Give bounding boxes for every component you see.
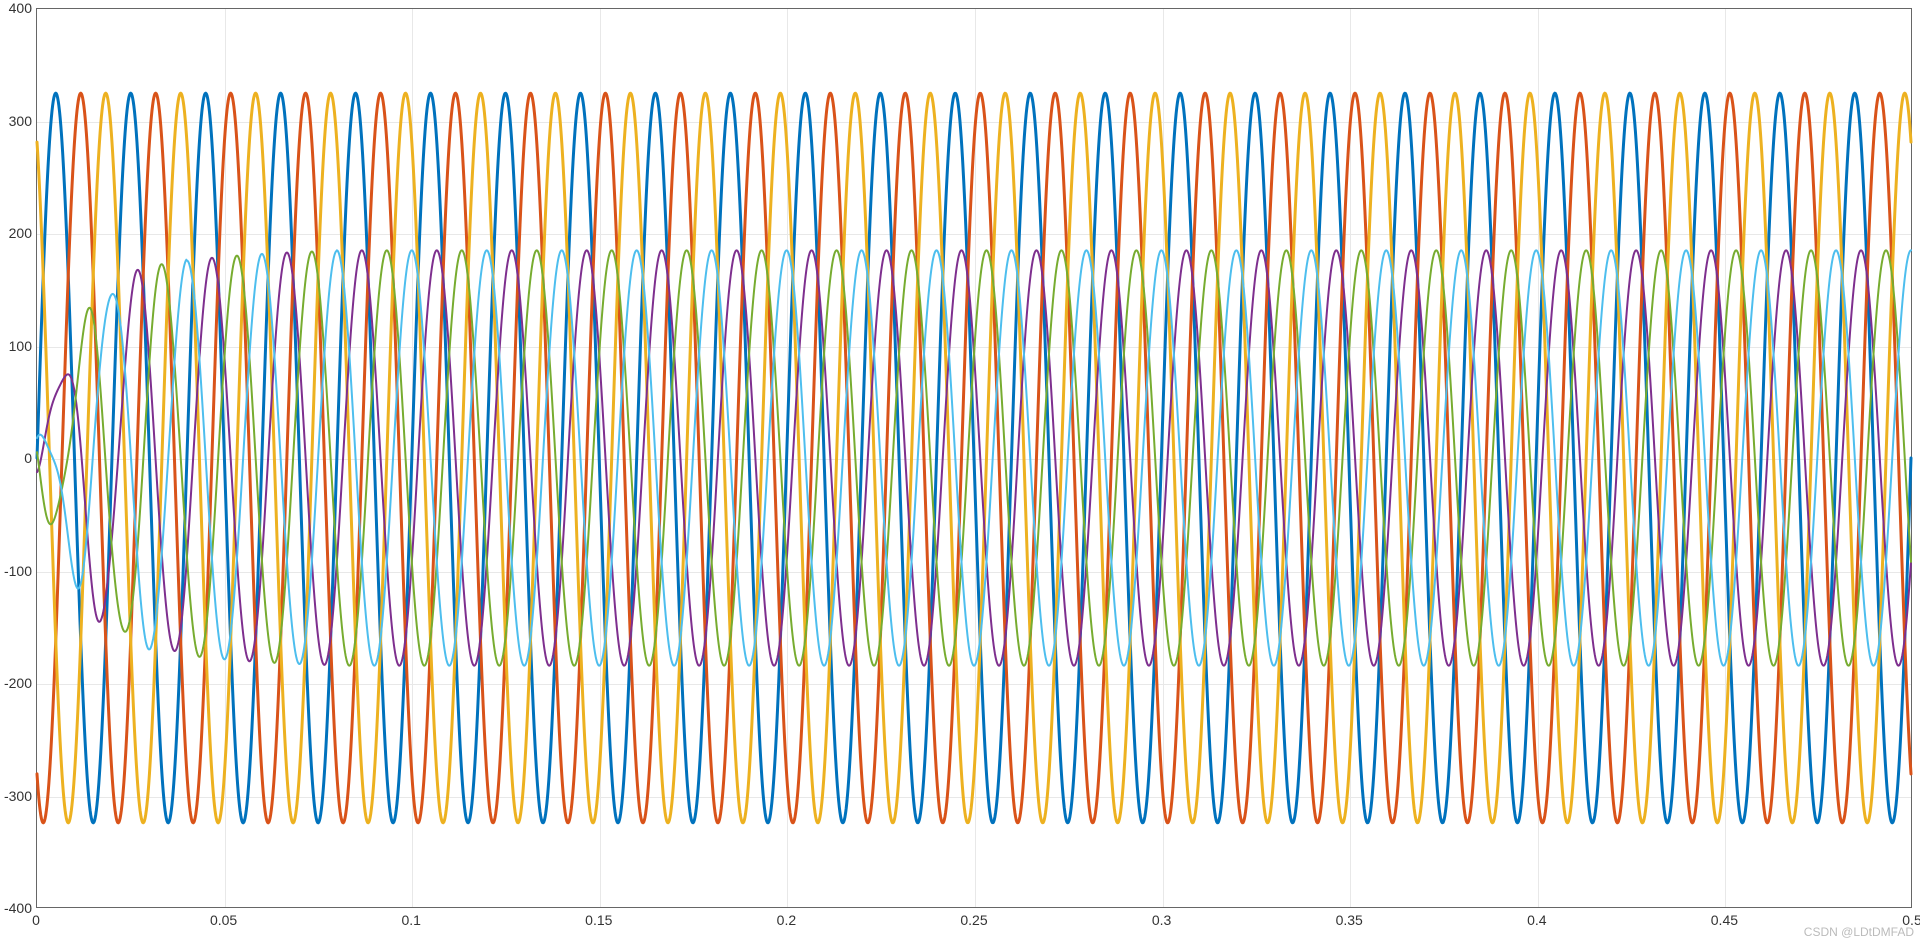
x-tick-label: 0.25 bbox=[960, 912, 987, 928]
x-tick-label: 0.05 bbox=[210, 912, 237, 928]
x-tick-label: 0.45 bbox=[1711, 912, 1738, 928]
y-tick-label: 300 bbox=[9, 113, 32, 129]
y-tick-label: 0 bbox=[24, 450, 32, 466]
y-tick-label: -100 bbox=[4, 563, 32, 579]
y-tick-label: 400 bbox=[9, 0, 32, 16]
y-tick-label: -200 bbox=[4, 675, 32, 691]
x-tick-label: 0.3 bbox=[1152, 912, 1171, 928]
y-tick-label: -400 bbox=[4, 900, 32, 916]
plot-area[interactable] bbox=[36, 8, 1912, 908]
chart-container: -400 -300 -200 -100 0 100 200 300 400 0 … bbox=[0, 0, 1920, 941]
x-tick-label: 0.4 bbox=[1527, 912, 1546, 928]
watermark-text: CSDN @LDtDMFAD bbox=[1804, 925, 1914, 939]
x-tick-label: 0.2 bbox=[777, 912, 796, 928]
x-tick-label: 0.15 bbox=[585, 912, 612, 928]
y-tick-label: -300 bbox=[4, 788, 32, 804]
y-tick-label: 100 bbox=[9, 338, 32, 354]
x-tick-label: 0.35 bbox=[1336, 912, 1363, 928]
y-tick-label: 200 bbox=[9, 225, 32, 241]
plot-svg bbox=[37, 9, 1911, 907]
x-tick-label: 0.1 bbox=[401, 912, 420, 928]
x-tick-label: 0 bbox=[32, 912, 40, 928]
